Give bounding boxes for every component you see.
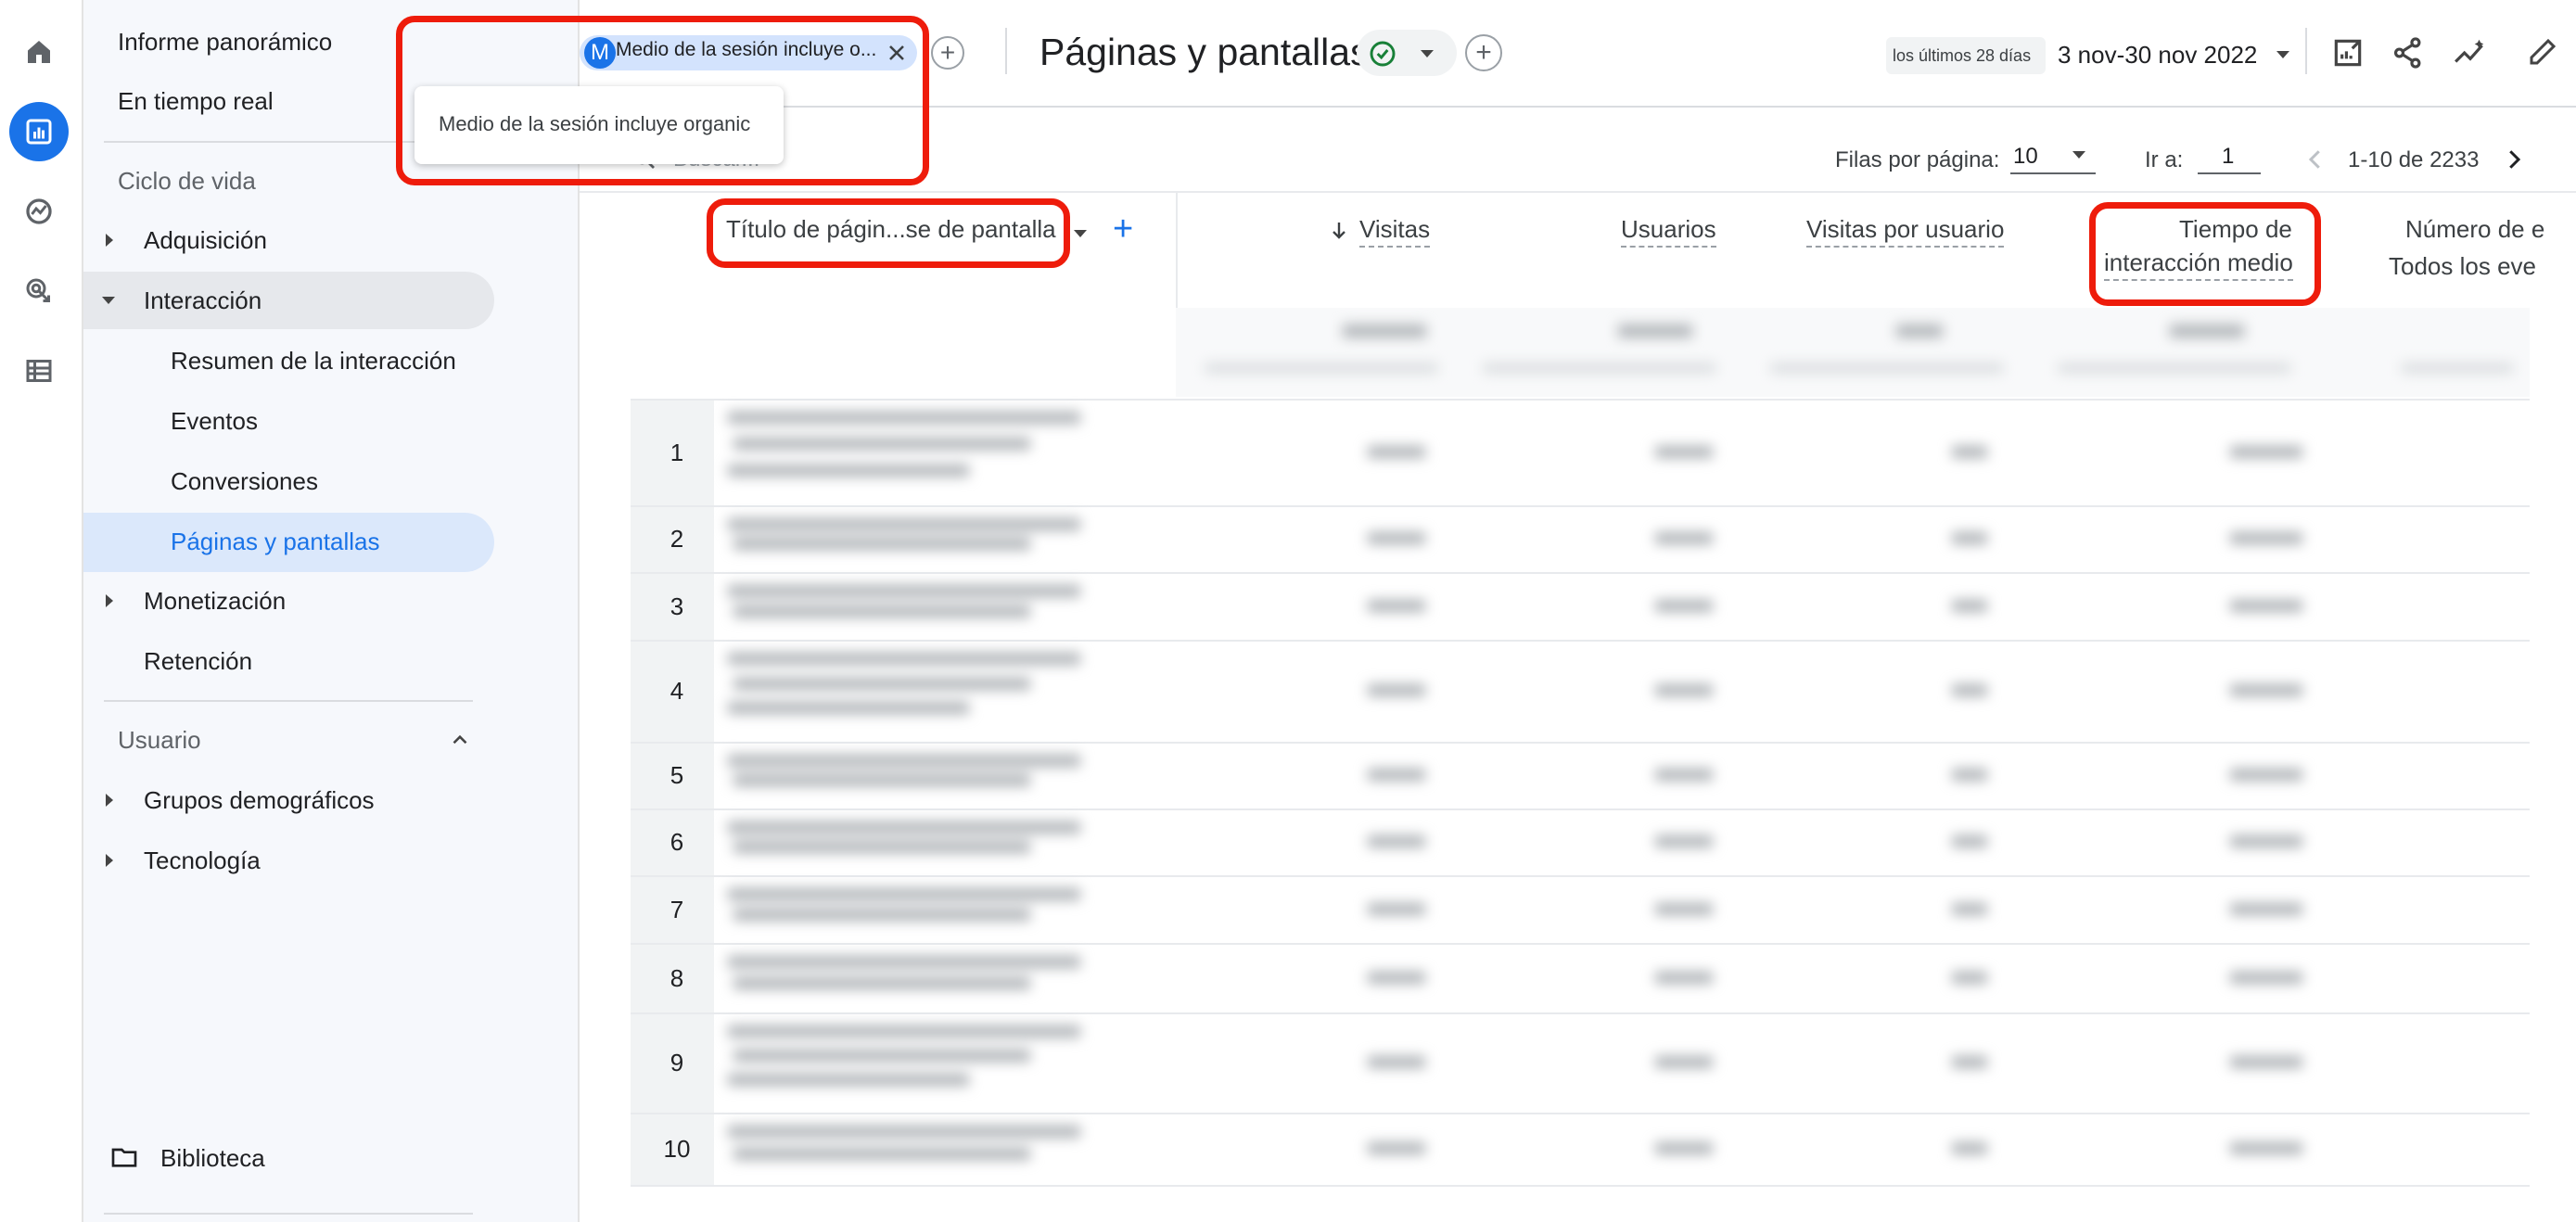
row-cells-blurred bbox=[719, 883, 2527, 936]
column-header-visitas-usuario[interactable]: Visitas por usuario bbox=[1806, 215, 2005, 248]
divider bbox=[104, 1213, 473, 1215]
row-cells-blurred bbox=[719, 579, 2527, 632]
divider bbox=[2305, 28, 2307, 74]
close-icon[interactable] bbox=[884, 40, 910, 66]
insights-icon[interactable] bbox=[2451, 35, 2490, 70]
dropdown-arrow-icon[interactable] bbox=[2276, 51, 2289, 58]
customize-report-icon[interactable] bbox=[2330, 35, 2366, 70]
row-number: 7 bbox=[670, 895, 684, 923]
sidebar-item-informe[interactable]: Informe panorámico bbox=[118, 28, 332, 57]
expand-caret-icon[interactable] bbox=[106, 234, 113, 247]
expand-caret-icon[interactable] bbox=[106, 854, 113, 867]
row-cells-blurred bbox=[719, 1020, 2527, 1105]
reports-icon[interactable] bbox=[9, 102, 69, 161]
row-cells-blurred bbox=[719, 513, 2527, 565]
check-circle-icon bbox=[1370, 41, 1396, 67]
row-cells-blurred bbox=[719, 406, 2527, 498]
add-comparison-button[interactable]: + bbox=[1465, 34, 1502, 71]
chevron-left-icon[interactable] bbox=[2302, 144, 2329, 175]
pagination-range: 1-10 de 2233 bbox=[2348, 147, 2480, 172]
column-header-visitas[interactable]: Visitas bbox=[1359, 215, 1431, 248]
dropdown-arrow-icon[interactable] bbox=[1074, 230, 1087, 237]
date-caption: los últimos 28 días bbox=[1893, 46, 2032, 65]
folder-icon bbox=[111, 1148, 137, 1167]
row-number: 2 bbox=[670, 525, 684, 553]
divider bbox=[1176, 193, 1178, 308]
sidebar-item-monetizacion[interactable]: Monetización bbox=[144, 587, 286, 616]
nav-rail bbox=[0, 0, 83, 1222]
sidebar-item-resumen[interactable]: Resumen de la interacción bbox=[171, 347, 456, 376]
sidebar-item-grupos[interactable]: Grupos demográficos bbox=[144, 786, 375, 815]
sidebar-item-conversiones[interactable]: Conversiones bbox=[171, 467, 318, 496]
sidebar-item-tiempo-real[interactable]: En tiempo real bbox=[118, 87, 274, 116]
sidebar-item-biblioteca[interactable]: Biblioteca bbox=[160, 1144, 265, 1173]
filter-chip-avatar: M bbox=[584, 37, 616, 69]
divider bbox=[1005, 28, 1007, 74]
input-underline bbox=[2198, 172, 2261, 174]
edit-icon[interactable] bbox=[2526, 35, 2559, 69]
expand-caret-icon[interactable] bbox=[106, 594, 113, 607]
row-divider bbox=[631, 1185, 2530, 1187]
section-usuario[interactable]: Usuario bbox=[118, 726, 201, 755]
column-header-tiempo-2[interactable]: interacción medio bbox=[2104, 248, 2293, 281]
sidebar-item-adquisicion[interactable]: Adquisición bbox=[144, 226, 267, 255]
row-number: 5 bbox=[670, 761, 684, 789]
divider bbox=[104, 700, 473, 702]
sidebar-item-retencion[interactable]: Retención bbox=[144, 647, 252, 676]
chevron-right-icon[interactable] bbox=[2500, 144, 2528, 175]
row-cells-blurred bbox=[719, 647, 2527, 734]
row-number: 3 bbox=[670, 592, 684, 620]
rows-per-page-label: Filas por página: bbox=[1835, 147, 2000, 172]
rows-per-page-select[interactable]: 10 bbox=[2013, 144, 2038, 170]
explore-icon[interactable] bbox=[9, 182, 69, 241]
row-cells-blurred bbox=[719, 950, 2527, 1005]
expand-caret-icon[interactable] bbox=[106, 794, 113, 807]
column-header-numero-sub: Todos los eve bbox=[2389, 252, 2536, 280]
filter-tooltip: Medio de la sesión incluye organic bbox=[414, 86, 784, 164]
row-number: 8 bbox=[670, 963, 684, 992]
row-number: 10 bbox=[663, 1135, 691, 1163]
add-dimension-button[interactable]: + bbox=[1113, 210, 1133, 249]
section-ciclo-de-vida[interactable]: Ciclo de vida bbox=[118, 167, 256, 196]
goto-label: Ir a: bbox=[2145, 147, 2184, 172]
chevron-up-icon[interactable] bbox=[448, 728, 472, 752]
dropdown-arrow-icon[interactable] bbox=[2072, 151, 2085, 159]
add-filter-button[interactable]: + bbox=[931, 36, 964, 70]
page-title: Páginas y pantallas bbox=[1039, 31, 1370, 73]
row-number: 9 bbox=[670, 1049, 684, 1076]
home-icon[interactable] bbox=[9, 22, 69, 82]
column-header-usuarios[interactable]: Usuarios bbox=[1621, 215, 1716, 248]
row-cells-blurred bbox=[719, 816, 2527, 868]
date-range-picker[interactable]: 3 nov-30 nov 2022 bbox=[2058, 41, 2257, 70]
sidebar-item-paginas[interactable]: Páginas y pantallas bbox=[171, 528, 379, 556]
sort-descending-icon[interactable] bbox=[1328, 217, 1350, 243]
goto-page-input[interactable]: 1 bbox=[2222, 144, 2234, 170]
filter-chip-text[interactable]: Medio de la sesión incluye o... bbox=[616, 39, 880, 61]
sidebar-item-tecnologia[interactable]: Tecnología bbox=[144, 846, 261, 875]
configure-icon[interactable] bbox=[9, 341, 69, 401]
sidebar-item-interaccion[interactable]: Interacción bbox=[144, 286, 261, 315]
column-header-numero[interactable]: Número de e bbox=[2405, 215, 2576, 244]
totals-row-blurred bbox=[1196, 315, 2522, 393]
share-icon[interactable] bbox=[2391, 35, 2426, 70]
row-number: 1 bbox=[670, 438, 684, 466]
collapse-caret-icon[interactable] bbox=[102, 297, 115, 304]
row-number: 6 bbox=[670, 828, 684, 856]
column-header-tiempo-1[interactable]: Tiempo de bbox=[2179, 215, 2292, 244]
row-cells-blurred bbox=[719, 1120, 2527, 1177]
advertising-icon[interactable] bbox=[9, 261, 69, 321]
divider bbox=[580, 191, 2576, 193]
dropdown-arrow-icon[interactable] bbox=[1421, 50, 1434, 57]
row-cells-blurred bbox=[719, 749, 2527, 801]
row-number: 4 bbox=[670, 677, 684, 705]
dimension-selector[interactable]: Título de págin...se de pantalla bbox=[726, 215, 1056, 244]
select-underline bbox=[2010, 172, 2096, 174]
sidebar-item-eventos[interactable]: Eventos bbox=[171, 407, 258, 436]
